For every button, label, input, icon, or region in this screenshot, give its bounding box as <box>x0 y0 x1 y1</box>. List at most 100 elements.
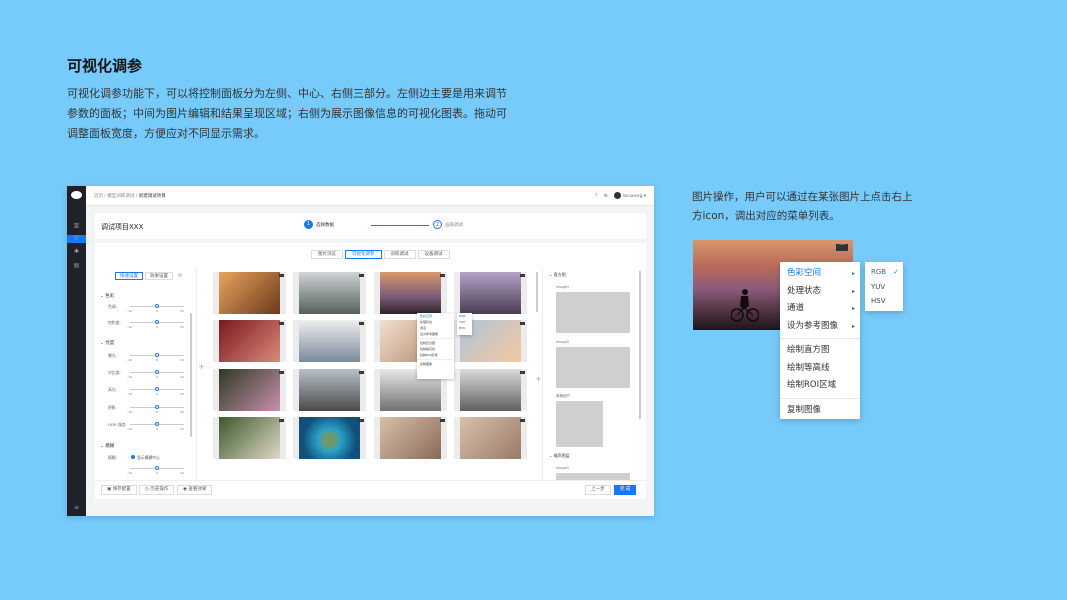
panel-mode-buttons: 快速设置 效果设置 ⟳ <box>115 272 182 280</box>
finish-button[interactable]: 完 成 <box>614 485 637 495</box>
left-param-panel: 快速设置 效果设置 ⟳ ⌄ 色彩 色调: -10 0 10 饱和度: -10 0 10 ⌄ … <box>95 267 197 481</box>
image-card[interactable]: ··· <box>374 272 447 314</box>
more-dots-icon[interactable]: ··· <box>440 274 445 277</box>
more-dots-icon[interactable]: ··· <box>520 419 525 422</box>
saturation-slider[interactable]: -10 0 10 <box>127 320 184 329</box>
effect-settings-button[interactable]: 效果设置 <box>145 272 173 280</box>
menu-item-draw-roi[interactable]: 绘制ROI区域 <box>780 377 860 395</box>
menu-icon[interactable]: ≡ <box>72 504 81 512</box>
submenu-item-hsv[interactable]: HSV <box>865 294 903 309</box>
mini-menu-item[interactable]: 绘制ROI区域 <box>417 352 454 358</box>
step-2[interactable]: 2 画质调试 <box>433 220 463 229</box>
image-card[interactable]: ··· <box>293 272 366 314</box>
mini-submenu-item[interactable]: HSV <box>457 325 472 331</box>
more-dots-icon[interactable]: ··· <box>359 419 364 422</box>
menu-divider <box>780 397 860 399</box>
menu-item-color-space[interactable]: 色彩空间 ▸ <box>780 265 860 283</box>
image-card[interactable]: ··· <box>293 320 366 362</box>
section-brightness[interactable]: ⌄ 亮度 <box>100 340 114 346</box>
blur-slider[interactable]: -10 0 10 <box>127 466 184 475</box>
menu-item-set-reference[interactable]: 设为参考图像 ▸ <box>780 318 860 336</box>
quick-settings-button[interactable]: 快速设置 <box>115 272 143 280</box>
image-card[interactable]: ··· <box>213 417 286 459</box>
mini-menu-item[interactable]: 设为参考图像 <box>417 331 454 337</box>
highlight-slider[interactable]: -10 0 10 <box>127 387 184 396</box>
menu-item-process-state[interactable]: 处理状态 ▸ <box>780 283 860 301</box>
image-card[interactable]: ··· <box>454 272 527 314</box>
mini-context-menu: 色彩空间 处理状态 通道 设为参考图像 绘制直方图 绘制等高线 绘制ROI区域 … <box>417 313 454 379</box>
more-dots-icon[interactable]: ··· <box>359 371 364 374</box>
more-dots-icon[interactable]: ··· <box>279 371 284 374</box>
history-button[interactable]: ◷ 历史操作 <box>139 485 175 495</box>
section-histogram[interactable]: ⌄ 直方图 <box>549 272 566 278</box>
exposure-slider[interactable]: -10 0 10 <box>127 353 184 362</box>
image-card[interactable]: ··· <box>213 369 286 411</box>
param-label: 高光: <box>108 387 117 392</box>
contrast-slider[interactable]: -10 0 10 <box>127 370 184 379</box>
breadcrumb: 首页 / 模型训练调试 / 新建调试项目 <box>94 194 166 199</box>
image-card[interactable]: ··· <box>454 369 527 411</box>
breadcrumb-home[interactable]: 首页 <box>94 194 103 199</box>
step-1[interactable]: 1 选择数据 <box>304 220 334 229</box>
more-dots-icon[interactable]: ··· <box>440 419 445 422</box>
blur-center-radio[interactable]: 显示模糊中心 <box>131 455 160 461</box>
more-dots-icon[interactable]: ··· <box>520 322 525 325</box>
prev-step-button[interactable]: 上一步 <box>585 485 611 495</box>
right-scrollbar[interactable] <box>639 271 641 419</box>
user-menu[interactable]: bo.wang ▾ <box>614 192 646 199</box>
more-dots-icon[interactable]: ··· <box>359 274 364 277</box>
arrow-right-icon: ▸ <box>851 305 855 312</box>
hdr-slider[interactable]: -10 0 10 <box>127 422 184 431</box>
image-card[interactable]: ··· <box>213 272 286 314</box>
section-color[interactable]: ⌄ 色彩 <box>100 293 114 299</box>
menu-item-channel[interactable]: 通道 ▸ <box>780 300 860 318</box>
more-dots-icon[interactable]: ··· <box>520 274 525 277</box>
section-blur[interactable]: ⌄ 模糊 <box>100 443 114 449</box>
more-dots-icon[interactable]: ··· <box>279 322 284 325</box>
file-icon[interactable]: ▤ <box>72 262 81 270</box>
more-dots-icon[interactable]: ··· <box>359 322 364 325</box>
tab-training-debug[interactable]: 训练调试 <box>383 250 416 259</box>
save-config-button[interactable]: ▣ 保存配置 <box>101 485 137 495</box>
image-card[interactable]: ··· <box>454 417 527 459</box>
grid-scrollbar[interactable] <box>536 272 538 312</box>
right-info-panel: ⌄ 直方图 image1 image2 像素细节 ⌄ 噪声图层 image1 <box>542 267 646 481</box>
shadow-slider[interactable]: -10 0 10 <box>127 405 184 414</box>
more-dots-icon[interactable]: ··· <box>279 274 284 277</box>
left-resize-handle[interactable]: ✛ <box>199 364 204 371</box>
tab-image-browse[interactable]: 图片浏览 <box>311 250 343 259</box>
mini-menu-item[interactable]: 复制图像 <box>417 361 454 367</box>
param-label: 模糊: <box>108 455 117 460</box>
tab-visual-tuning[interactable]: 可视化调参 <box>345 250 382 259</box>
left-scrollbar[interactable] <box>190 313 192 437</box>
more-dots-icon[interactable]: ··· <box>279 419 284 422</box>
menu-divider <box>417 338 454 339</box>
breadcrumb-training[interactable]: 模型训练调试 <box>107 194 134 199</box>
settings-icon[interactable]: ✱ <box>72 248 81 256</box>
refresh-icon[interactable]: ⟳ <box>178 273 182 279</box>
submenu-item-rgb[interactable]: RGB ✓ <box>865 265 903 280</box>
menu-item-copy-image[interactable]: 复制图像 <box>780 402 860 420</box>
submenu-item-yuv[interactable]: YUV <box>865 280 903 295</box>
chart-icon[interactable]: ▥ <box>72 222 81 230</box>
right-resize-handle[interactable]: ✛ <box>536 376 541 383</box>
view-effect-button[interactable]: ◉ 查看效果 <box>177 485 213 495</box>
step-2-label: 画质调试 <box>445 223 463 228</box>
gear-icon[interactable]: ⚙ <box>604 194 608 199</box>
tab-device-debug[interactable]: 设备调试 <box>417 250 450 259</box>
hue-slider[interactable]: -10 0 10 <box>127 304 184 313</box>
arrow-right-icon: ▸ <box>851 322 855 330</box>
arrow-right-icon: ▸ <box>851 287 855 295</box>
tune-icon[interactable]: ♡ <box>67 235 86 243</box>
more-dots-icon[interactable]: ··· <box>520 371 525 374</box>
menu-item-draw-contour[interactable]: 绘制等高线 <box>780 360 860 378</box>
image-card[interactable]: ··· <box>293 369 366 411</box>
image-card[interactable]: ··· <box>213 320 286 362</box>
help-icon[interactable]: ? <box>595 194 597 199</box>
image-card[interactable]: ··· <box>374 417 447 459</box>
section-noise[interactable]: ⌄ 噪声图层 <box>549 453 570 459</box>
avatar <box>614 192 622 199</box>
more-dots-icon[interactable]: ··· <box>836 243 848 251</box>
menu-item-draw-histogram[interactable]: 绘制直方图 <box>780 342 860 360</box>
image-card[interactable]: ··· <box>293 417 366 459</box>
